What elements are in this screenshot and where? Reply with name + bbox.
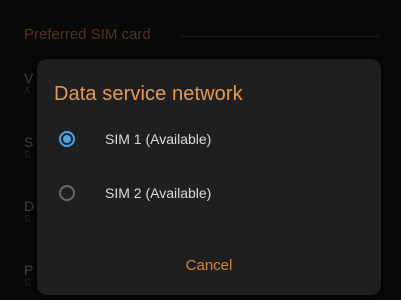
option-sim-2[interactable]: SIM 2 (Available): [37, 173, 381, 213]
radio-selected-icon[interactable]: [59, 131, 75, 147]
option-label: SIM 2 (Available): [105, 185, 212, 201]
data-service-network-dialog: Data service network SIM 1 (Available) S…: [37, 59, 381, 295]
radio-unselected-icon[interactable]: [59, 185, 75, 201]
option-label: SIM 1 (Available): [105, 131, 212, 147]
option-sim-1[interactable]: SIM 1 (Available): [37, 119, 381, 159]
screen: Preferred SIM card V A S S D S P S Data …: [0, 0, 401, 300]
cancel-button[interactable]: Cancel: [37, 257, 381, 274]
dialog-title: Data service network: [54, 83, 243, 105]
